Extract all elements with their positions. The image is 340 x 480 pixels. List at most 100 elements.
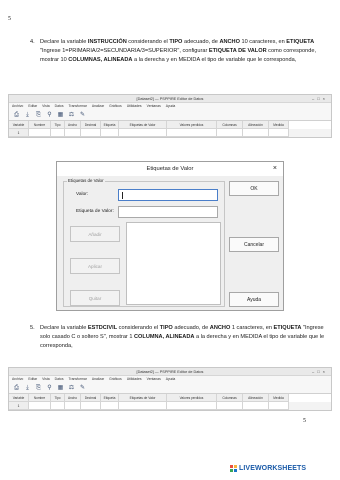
logo-square — [234, 465, 237, 468]
logo-square — [230, 465, 233, 468]
column-header[interactable]: Ancho — [65, 121, 81, 129]
column-header[interactable]: Medida — [269, 394, 289, 402]
logo-square — [234, 469, 237, 472]
menu-item[interactable]: Vista — [42, 103, 49, 110]
grid-cell[interactable] — [119, 129, 167, 137]
grid-cell[interactable] — [167, 129, 217, 137]
goto-icon[interactable]: ⚲ — [46, 112, 53, 119]
menu-item[interactable]: Archivo — [12, 103, 23, 110]
menu-item[interactable]: Analizar — [92, 376, 104, 383]
save-icon[interactable]: ⤓ — [24, 385, 31, 392]
menu-item[interactable]: Ventanas — [147, 376, 161, 383]
column-header[interactable]: Ancho — [65, 394, 81, 402]
row-number[interactable]: 1 — [9, 402, 29, 410]
menu-item[interactable]: Transformar — [69, 103, 87, 110]
menu-item[interactable]: Utilidades — [127, 103, 142, 110]
grid-cell[interactable] — [51, 129, 65, 137]
split-icon[interactable]: ▦ — [57, 112, 64, 119]
menu-item[interactable]: Editar — [28, 376, 37, 383]
column-header[interactable]: Decimal — [81, 394, 101, 402]
add-button[interactable]: Añadir — [70, 226, 120, 242]
column-header[interactable]: Columnas — [217, 121, 243, 129]
goto-icon[interactable]: ⚲ — [46, 385, 53, 392]
menu-item[interactable]: Utilidades — [127, 376, 142, 383]
column-header[interactable]: Valores perdidos — [167, 394, 217, 402]
menu-item[interactable]: Vista — [42, 376, 49, 383]
column-header[interactable]: Etiquetas de Valor — [119, 394, 167, 402]
value-label-input[interactable] — [118, 206, 218, 218]
grid-cell[interactable] — [217, 402, 243, 410]
grid-cell[interactable] — [81, 129, 101, 137]
grid-cell[interactable] — [217, 129, 243, 137]
column-header[interactable]: Nombre — [29, 121, 51, 129]
remove-button[interactable]: Quitar — [70, 290, 120, 306]
menu-item[interactable]: Datos — [55, 376, 64, 383]
grid-cell[interactable] — [65, 129, 81, 137]
column-header[interactable]: Medida — [269, 121, 289, 129]
column-header[interactable]: Etiquetas de Valor — [119, 121, 167, 129]
grid-cell[interactable] — [243, 129, 269, 137]
exercise-5-body: Declare la variable ESTDCIVIL consideran… — [40, 325, 324, 349]
variable-grid-row: 1 — [9, 402, 331, 410]
column-header[interactable]: Valores perdidos — [167, 121, 217, 129]
column-header[interactable]: Alineación — [243, 121, 269, 129]
group-legend: Etiquetas de Valor — [67, 178, 105, 183]
grid-cell[interactable] — [29, 402, 51, 410]
ok-button[interactable]: OK — [229, 181, 279, 196]
grid-cell[interactable] — [243, 402, 269, 410]
print-icon[interactable]: ⎘ — [35, 112, 42, 119]
menu-item[interactable]: Archivo — [12, 376, 23, 383]
grid-cell[interactable] — [167, 402, 217, 410]
variable-grid-header: Variable Nombre Tipo Ancho Decimal Etiqueta Et… — [9, 121, 331, 129]
value-labels-list[interactable] — [126, 222, 221, 305]
menu-item[interactable]: Gráficos — [109, 103, 122, 110]
window-controls[interactable]: –□× — [312, 368, 328, 376]
grid-cell[interactable] — [119, 402, 167, 410]
apply-button[interactable]: Aplicar — [70, 258, 120, 274]
save-icon[interactable]: ⤓ — [24, 112, 31, 119]
window-controls[interactable]: –□× — [312, 95, 328, 103]
value-input[interactable] — [118, 189, 218, 201]
menu-item[interactable]: Transformar — [69, 376, 87, 383]
weights-icon[interactable]: ⚖ — [68, 385, 75, 392]
split-icon[interactable]: ▦ — [57, 385, 64, 392]
grid-cell[interactable] — [101, 129, 119, 137]
column-header[interactable]: Tipo — [51, 121, 65, 129]
row-number[interactable]: 1 — [9, 129, 29, 137]
column-header[interactable]: Decimal — [81, 121, 101, 129]
grid-cell[interactable] — [51, 402, 65, 410]
labels-icon[interactable]: ✎ — [79, 385, 86, 392]
cancel-button[interactable]: Cancelar — [229, 237, 279, 252]
column-header[interactable]: Etiqueta — [101, 121, 119, 129]
grid-cell[interactable] — [29, 129, 51, 137]
grid-cell[interactable] — [101, 402, 119, 410]
weights-icon[interactable]: ⚖ — [68, 112, 75, 119]
menu-item[interactable]: Ventanas — [147, 103, 161, 110]
menu-item[interactable]: Ayuda — [166, 103, 176, 110]
open-icon[interactable]: ⎙ — [13, 385, 20, 392]
menu-item[interactable]: Editar — [28, 103, 37, 110]
editor-menu-bar[interactable]: Archivo Editar Vista Datos Transformar Analiz… — [9, 376, 331, 383]
print-icon[interactable]: ⎘ — [35, 385, 42, 392]
menu-item[interactable]: Analizar — [92, 103, 104, 110]
open-icon[interactable]: ⎙ — [13, 112, 20, 119]
grid-cell[interactable] — [269, 129, 289, 137]
close-icon[interactable]: × — [273, 162, 277, 176]
menu-item[interactable]: Gráficos — [109, 376, 122, 383]
column-header[interactable]: Variable — [9, 394, 29, 402]
help-button[interactable]: Ayuda — [229, 292, 279, 307]
column-header[interactable]: Etiqueta — [101, 394, 119, 402]
column-header[interactable]: Variable — [9, 121, 29, 129]
grid-cell[interactable] — [269, 402, 289, 410]
column-header[interactable]: Alineación — [243, 394, 269, 402]
menu-item[interactable]: Datos — [55, 103, 64, 110]
grid-cell[interactable] — [81, 402, 101, 410]
labels-icon[interactable]: ✎ — [79, 112, 86, 119]
editor-menu-bar[interactable]: Archivo Editar Vista Datos Transformar Analiz… — [9, 103, 331, 110]
column-header[interactable]: Tipo — [51, 394, 65, 402]
menu-item[interactable]: Ayuda — [166, 376, 176, 383]
editor-toolbar: ⎙ ⤓ ⎘ ⚲ ▦ ⚖ ✎ — [9, 110, 331, 121]
column-header[interactable]: Nombre — [29, 394, 51, 402]
grid-cell[interactable] — [65, 402, 81, 410]
column-header[interactable]: Columnas — [217, 394, 243, 402]
